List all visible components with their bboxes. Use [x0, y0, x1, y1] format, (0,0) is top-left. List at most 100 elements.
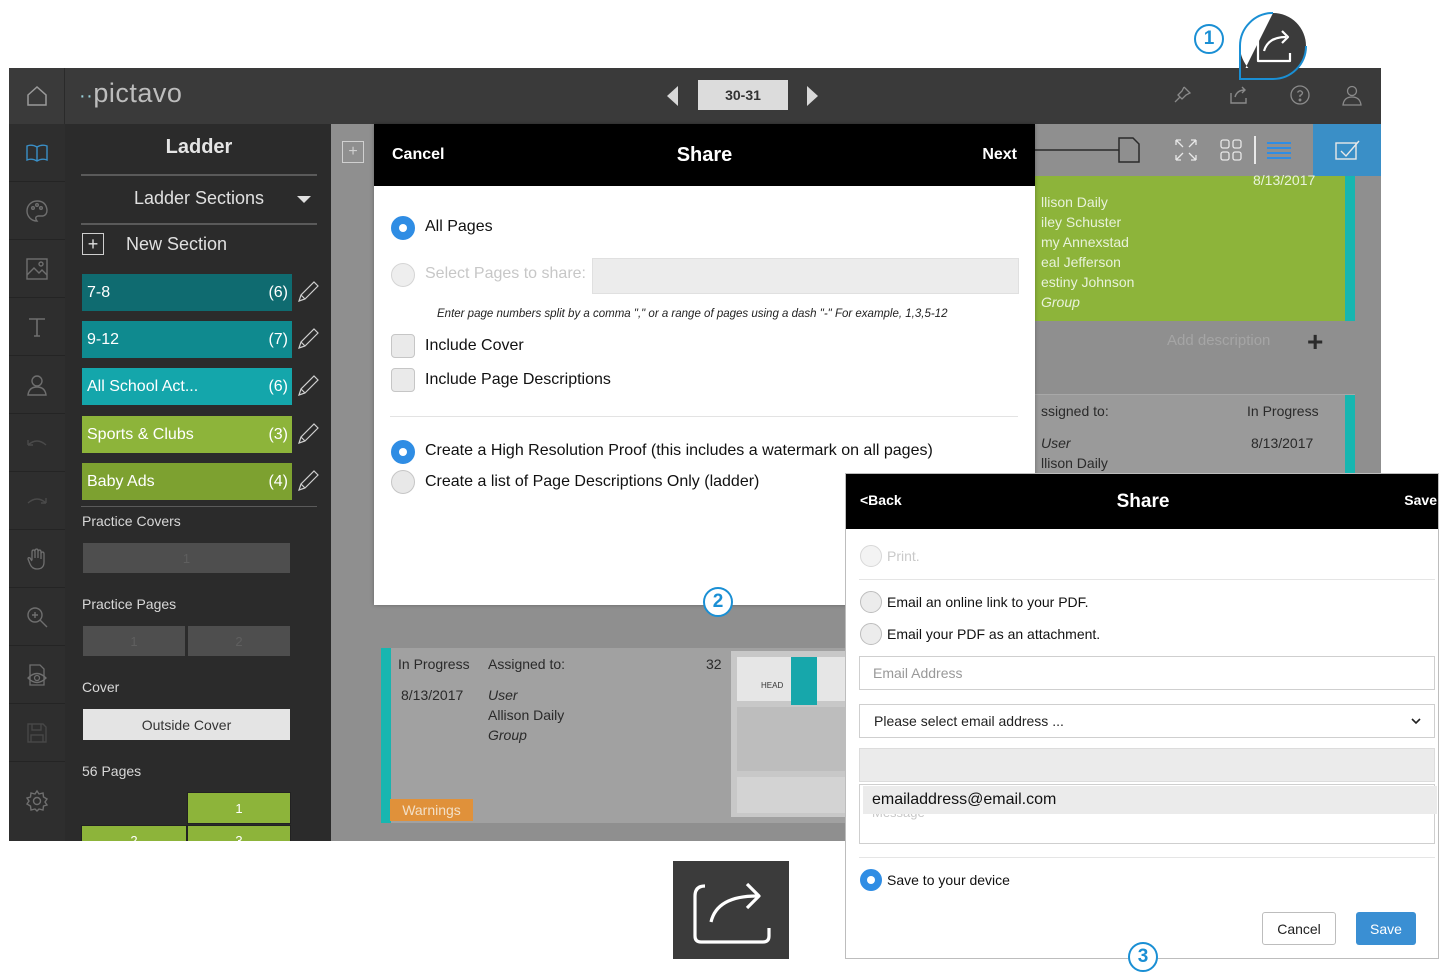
- section-count: (3): [268, 425, 288, 443]
- print-label: Print.: [887, 548, 920, 564]
- ladder-sections-label: Ladder Sections: [133, 188, 265, 208]
- people-tool[interactable]: [9, 356, 65, 414]
- email-attachment-label: Email your PDF as an attachment.: [887, 626, 1101, 642]
- thumb-body: [737, 707, 845, 771]
- approve-button[interactable]: [1313, 124, 1381, 176]
- cover-label: Cover: [82, 679, 120, 695]
- email-attachment-radio[interactable]: [860, 623, 882, 645]
- member-group: Group: [1041, 294, 1080, 310]
- all-pages-radio[interactable]: [391, 216, 415, 240]
- save-device-radio[interactable]: [860, 869, 882, 891]
- page-thumb[interactable]: 3: [187, 825, 291, 841]
- edit-pencil-icon[interactable]: [296, 327, 320, 351]
- dialog-title: Share: [676, 144, 733, 166]
- page-thumb[interactable]: 2: [81, 825, 187, 841]
- save-button[interactable]: Save: [1356, 912, 1416, 945]
- section-row[interactable]: Baby Ads (4): [82, 463, 292, 500]
- include-descriptions-checkbox[interactable]: [391, 368, 415, 392]
- add-description-text[interactable]: Add description: [1167, 332, 1270, 349]
- preview-tool[interactable]: [9, 646, 65, 704]
- page-slider-icon[interactable]: [1035, 136, 1175, 164]
- practice-covers-label: Practice Covers: [82, 513, 181, 529]
- page-indicator[interactable]: 30-31: [698, 80, 788, 110]
- high-res-proof-radio[interactable]: [391, 440, 415, 464]
- edit-pencil-icon[interactable]: [296, 374, 320, 398]
- section-count: (6): [268, 283, 288, 301]
- practice-page-item[interactable]: 2: [188, 626, 290, 656]
- email-select-value: Please select email address ...: [874, 713, 1064, 729]
- section-row[interactable]: Sports & Clubs (3): [82, 416, 292, 453]
- email-select-dropdown[interactable]: Please select email address ...: [859, 704, 1435, 738]
- include-cover-checkbox[interactable]: [391, 334, 415, 358]
- edit-pencil-icon[interactable]: [296, 280, 320, 304]
- ladder-divider: [81, 506, 317, 507]
- select-pages-input[interactable]: [592, 258, 1019, 294]
- user-button[interactable]: [1339, 82, 1365, 108]
- print-radio[interactable]: [860, 545, 882, 567]
- section-count: (4): [268, 472, 288, 490]
- assigned-to-label: ssigned to:: [1041, 403, 1109, 419]
- next-button[interactable]: Next: [982, 146, 1017, 164]
- pin-button[interactable]: [1169, 82, 1195, 108]
- list-view-icon[interactable]: [1265, 137, 1293, 163]
- descriptions-only-radio[interactable]: [391, 470, 415, 494]
- page-thumb[interactable]: 1: [187, 792, 291, 824]
- add-page-icon[interactable]: +: [342, 141, 364, 163]
- email-suggestion[interactable]: emailaddress@email.com: [863, 786, 1437, 814]
- image-tool[interactable]: [9, 240, 65, 298]
- include-cover-label: Include Cover: [425, 337, 524, 354]
- email-list-box[interactable]: [859, 748, 1435, 782]
- ladder-tool[interactable]: [9, 124, 65, 182]
- select-pages-radio[interactable]: [391, 263, 415, 287]
- zoom-tool[interactable]: [9, 588, 65, 646]
- high-res-proof-label: Create a High Resolution Proof (this inc…: [425, 442, 933, 459]
- home-button[interactable]: [9, 68, 65, 124]
- member-name: estiny Johnson: [1041, 274, 1135, 290]
- practice-pages-label: Practice Pages: [82, 596, 177, 612]
- edit-pencil-icon[interactable]: [296, 422, 320, 446]
- member-name: iley Schuster: [1041, 214, 1122, 230]
- warnings-tab[interactable]: Warnings: [390, 799, 473, 821]
- ladder-panel: Ladder Ladder Sections + New Section 7-8…: [65, 124, 331, 841]
- select-pages-label: Select Pages to share:: [425, 265, 586, 282]
- pan-tool[interactable]: [9, 530, 65, 588]
- new-section-label: New Section: [126, 233, 228, 254]
- floppy-icon: [27, 722, 47, 743]
- zoom-in-icon: [27, 606, 48, 627]
- share-button[interactable]: [1227, 82, 1253, 108]
- ladder-sections-dropdown[interactable]: Ladder Sections: [81, 188, 317, 209]
- text-tool[interactable]: [9, 298, 65, 356]
- header-save-button[interactable]: Save: [1404, 492, 1437, 508]
- prev-page-button[interactable]: [667, 86, 678, 106]
- next-page-button[interactable]: [807, 86, 818, 106]
- section-row[interactable]: 9-12 (7): [82, 321, 292, 358]
- theme-tool[interactable]: [9, 182, 65, 240]
- assigned-to-label: Assigned to:: [488, 656, 566, 672]
- page-thumbnail[interactable]: HEAD: [731, 651, 851, 817]
- cancel-button[interactable]: Cancel: [1262, 912, 1336, 945]
- redo-tool[interactable]: [9, 472, 65, 530]
- expand-icon[interactable]: [1173, 137, 1199, 163]
- new-section-button[interactable]: + New Section: [82, 232, 227, 256]
- email-address-input[interactable]: Email Address: [859, 656, 1435, 690]
- section-row[interactable]: 7-8 (6): [82, 274, 292, 311]
- dialog-header: Cancel Share Next: [374, 124, 1035, 186]
- undo-tool[interactable]: [9, 414, 65, 472]
- member-name: eal Jefferson: [1041, 254, 1121, 270]
- practice-page-item[interactable]: 1: [83, 626, 185, 656]
- add-description-plus-icon[interactable]: +: [1307, 326, 1323, 358]
- save-tool[interactable]: [9, 704, 65, 762]
- settings-tool[interactable]: [9, 772, 65, 830]
- section-label: 7-8: [87, 283, 111, 301]
- outside-cover-button[interactable]: Outside Cover: [83, 709, 290, 740]
- section-row[interactable]: All School Act... (6): [82, 368, 292, 405]
- grid-view-icon[interactable]: [1218, 137, 1244, 163]
- dialog-title: Share: [1116, 491, 1170, 512]
- ladder-divider: [81, 223, 317, 225]
- edit-pencil-icon[interactable]: [296, 469, 320, 493]
- help-button[interactable]: [1287, 82, 1313, 108]
- practice-cover-page[interactable]: 1: [83, 543, 290, 573]
- section-count: (6): [268, 377, 288, 395]
- logo-text: pictavo: [93, 78, 183, 108]
- email-link-radio[interactable]: [860, 591, 882, 613]
